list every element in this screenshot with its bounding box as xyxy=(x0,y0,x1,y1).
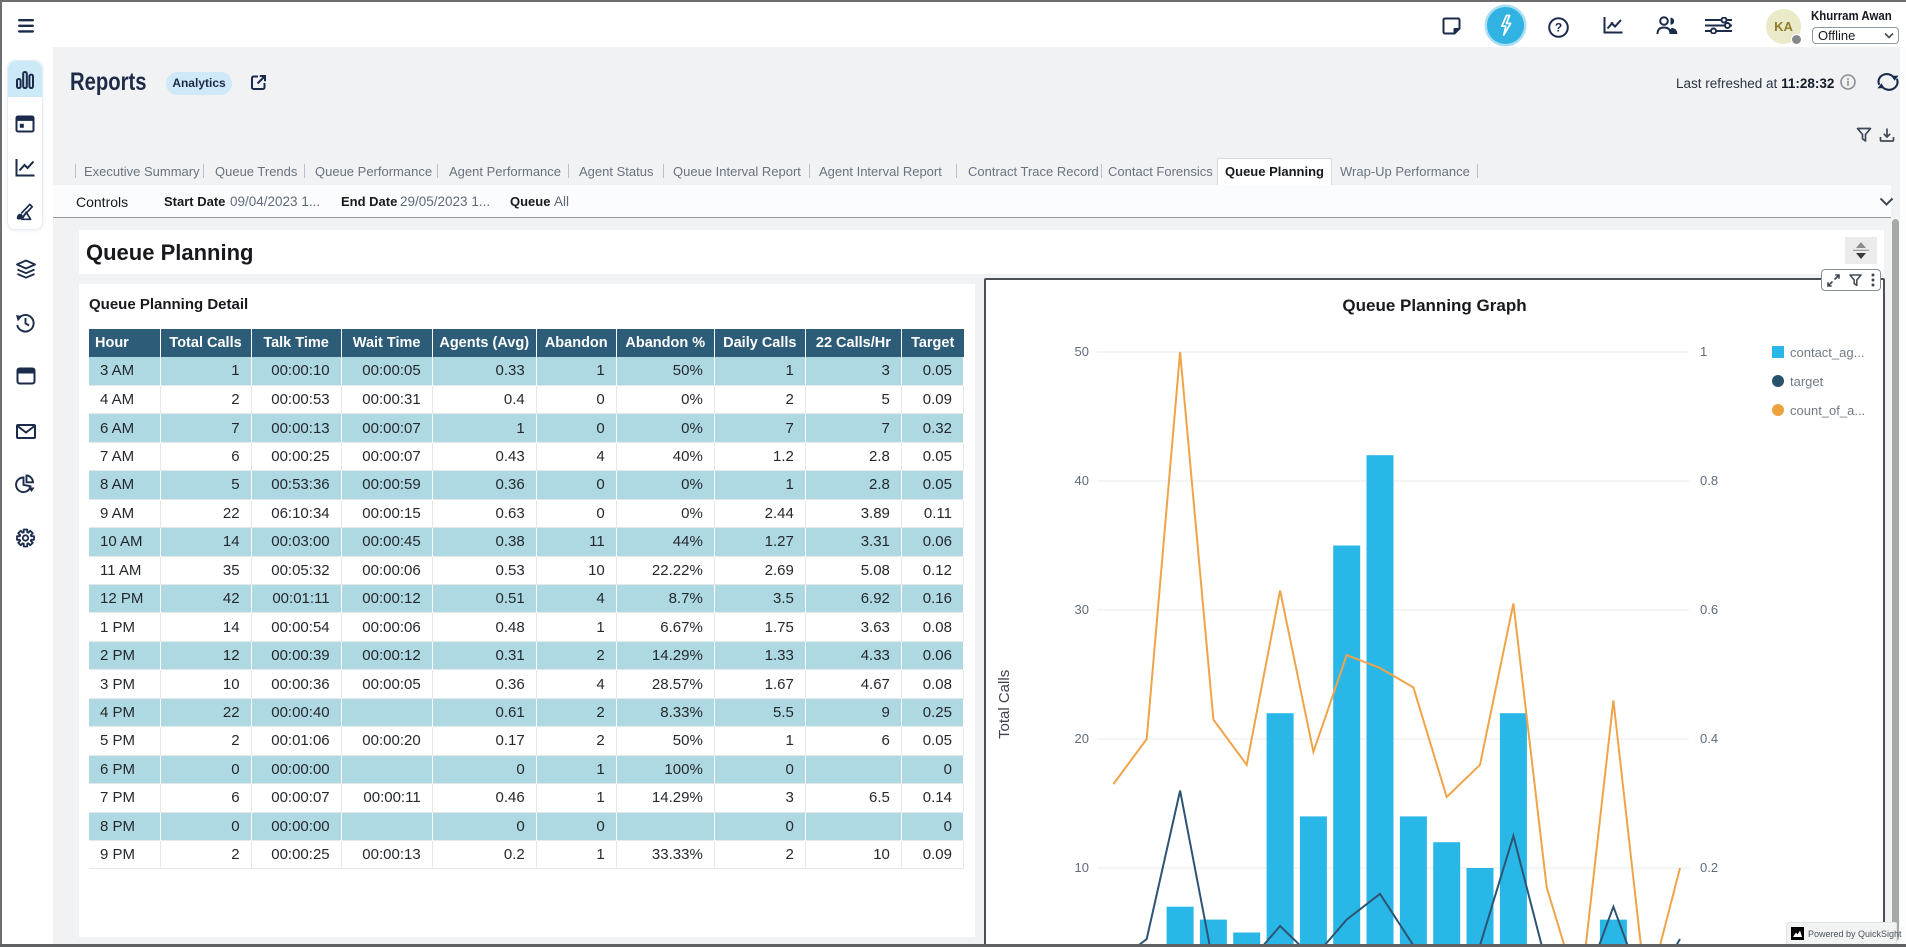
svg-text:?: ? xyxy=(1555,21,1562,35)
